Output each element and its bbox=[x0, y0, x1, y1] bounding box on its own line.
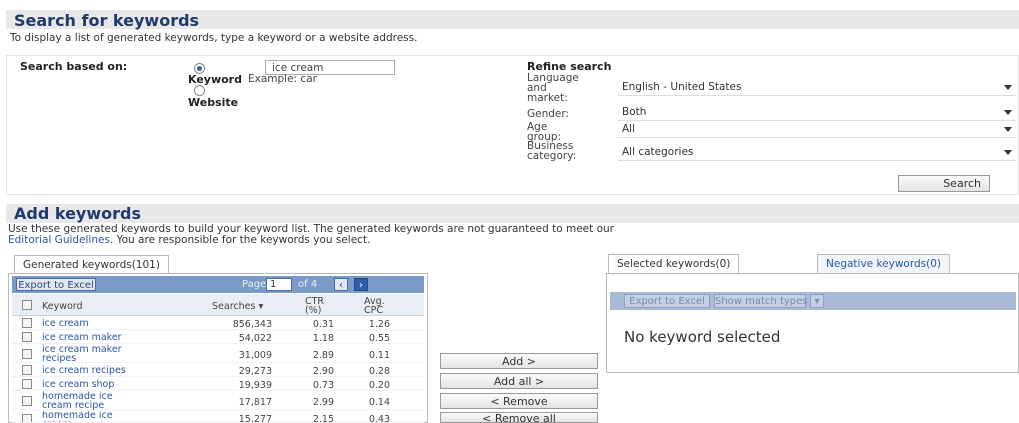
gender-value: Both bbox=[622, 106, 647, 118]
keyword-cell[interactable]: homemade ice cream recipe bbox=[42, 392, 138, 411]
ctr-cell: 2.15 bbox=[312, 414, 334, 423]
searches-cell: 856,343 bbox=[232, 319, 272, 330]
page-value: 1 bbox=[270, 279, 277, 290]
chevron-right-icon: › bbox=[359, 280, 363, 291]
column-header-cpc[interactable]: Avg. CPC bbox=[364, 297, 390, 316]
column-header-searches[interactable]: Searches ▾ bbox=[212, 302, 263, 312]
column-header-ctr[interactable]: CTR (%) bbox=[305, 297, 329, 316]
chevron-down-icon bbox=[1004, 110, 1012, 115]
cpc-cell: 0.55 bbox=[368, 333, 390, 344]
add-all-button[interactable]: Add all > bbox=[440, 373, 598, 389]
cpc-cell: 0.28 bbox=[368, 366, 390, 377]
table-row[interactable]: ice cream recipes 29,273 2.90 0.28 bbox=[12, 364, 424, 377]
language-label: Language and market: bbox=[527, 72, 579, 104]
row-checkbox[interactable] bbox=[22, 414, 32, 422]
match-types-dropdown[interactable]: ▾ bbox=[810, 294, 824, 308]
selected-export-to-excel-button[interactable]: Export to Excel bbox=[624, 294, 710, 308]
language-value: English - United States bbox=[622, 81, 742, 93]
website-radio[interactable] bbox=[194, 85, 205, 96]
prev-page-button[interactable]: ‹ bbox=[334, 278, 348, 291]
ctr-cell: 1.18 bbox=[312, 333, 334, 344]
chevron-down-icon bbox=[1004, 127, 1012, 132]
keyword-cell[interactable]: ice cream bbox=[42, 319, 192, 329]
chevron-down-icon bbox=[1004, 85, 1012, 90]
search-header-title: Search for keywords bbox=[14, 11, 200, 30]
no-keyword-selected-message: No keyword selected bbox=[624, 328, 781, 346]
cpc-cell: 0.20 bbox=[368, 380, 390, 391]
select-all-checkbox[interactable] bbox=[22, 300, 32, 310]
cpc-cell: 0.11 bbox=[368, 350, 390, 361]
searches-cell: 29,273 bbox=[238, 366, 272, 377]
gender-label: Gender: bbox=[527, 108, 570, 120]
searches-cell: 54,022 bbox=[238, 333, 272, 344]
selected-keywords-panel bbox=[606, 273, 1019, 373]
editorial-guidelines-link[interactable]: Editorial Guidelines bbox=[8, 234, 110, 246]
chevron-left-icon: ‹ bbox=[339, 280, 343, 291]
row-checkbox[interactable] bbox=[22, 332, 32, 342]
table-row[interactable]: ice cream 856,343 0.31 1.26 bbox=[12, 317, 424, 330]
keyword-cell[interactable]: homemade ice cream bbox=[42, 411, 138, 422]
remove-all-button[interactable]: < Remove all bbox=[440, 412, 598, 423]
business-category-value: All categories bbox=[622, 146, 694, 158]
page-of-label: of 4 bbox=[298, 279, 318, 290]
row-checkbox[interactable] bbox=[22, 318, 32, 328]
cpc-cell: 0.14 bbox=[368, 397, 390, 408]
search-button[interactable]: Search bbox=[898, 175, 990, 192]
chevron-down-icon: ▾ bbox=[814, 296, 820, 307]
search-header-description: To display a list of generated keywords,… bbox=[10, 32, 418, 44]
table-row[interactable]: homemade ice cream recipe 17,817 2.99 0.… bbox=[12, 392, 424, 410]
age-group-select[interactable]: All bbox=[618, 122, 1016, 138]
ctr-cell: 2.99 bbox=[312, 397, 334, 408]
remove-button[interactable]: < Remove bbox=[440, 393, 598, 409]
searches-cell: 17,817 bbox=[238, 397, 272, 408]
cpc-cell: 1.26 bbox=[368, 319, 390, 330]
keyword-hint: Example: car bbox=[248, 73, 317, 85]
keyword-cell[interactable]: ice cream maker bbox=[42, 333, 192, 343]
language-select[interactable]: English - United States bbox=[618, 80, 1016, 96]
add-header-description-line2: Editorial Guidelines. You are responsibl… bbox=[8, 234, 370, 246]
keyword-option-label: Keyword bbox=[188, 73, 242, 86]
gender-select[interactable]: Both bbox=[618, 105, 1016, 121]
age-group-label: Age group: bbox=[527, 121, 562, 143]
next-page-button[interactable]: › bbox=[354, 278, 368, 291]
tab-selected-keywords[interactable]: Selected keywords(0) bbox=[608, 254, 740, 274]
ctr-cell: 2.89 bbox=[312, 350, 334, 361]
column-header-keyword[interactable]: Keyword bbox=[42, 302, 83, 312]
table-row[interactable]: ice cream shop 19,939 0.73 0.20 bbox=[12, 378, 424, 391]
searches-cell: 15,277 bbox=[238, 414, 272, 423]
website-option-label: Website bbox=[188, 96, 239, 109]
chevron-down-icon bbox=[1004, 150, 1012, 155]
page-select[interactable]: 1 bbox=[266, 278, 292, 291]
keyword-cell[interactable]: ice cream shop bbox=[42, 380, 192, 390]
searches-cell: 19,939 bbox=[238, 380, 272, 391]
cpc-cell: 0.43 bbox=[368, 414, 390, 423]
keyword-cell[interactable]: ice cream maker recipes bbox=[42, 345, 150, 364]
add-header-bar bbox=[6, 204, 1019, 223]
row-checkbox[interactable] bbox=[22, 349, 32, 359]
row-checkbox[interactable] bbox=[22, 379, 32, 389]
export-to-excel-button[interactable]: Export to Excel bbox=[16, 278, 96, 291]
row-checkbox[interactable] bbox=[22, 365, 32, 375]
ctr-cell: 0.31 bbox=[312, 319, 334, 330]
add-button[interactable]: Add > bbox=[440, 353, 598, 369]
search-based-on-label: Search based on: bbox=[20, 60, 128, 73]
page-label: Page bbox=[242, 279, 267, 290]
business-category-label: Business category: bbox=[527, 140, 577, 162]
ctr-cell: 2.90 bbox=[312, 366, 334, 377]
searches-cell: 31,009 bbox=[238, 350, 272, 361]
tab-negative-keywords[interactable]: Negative keywords(0) bbox=[817, 254, 950, 274]
add-header-description-tail: . You are responsible for the keywords y… bbox=[109, 234, 371, 246]
ctr-cell: 0.73 bbox=[312, 380, 334, 391]
age-group-value: All bbox=[622, 123, 636, 135]
business-category-select[interactable]: All categories bbox=[618, 145, 1016, 161]
tab-generated-keywords[interactable]: Generated keywords(101) bbox=[14, 255, 169, 274]
table-row[interactable]: homemade ice cream 15,277 2.15 0.43 bbox=[12, 411, 424, 423]
show-match-types-button[interactable]: Show match types bbox=[714, 294, 808, 308]
table-row[interactable]: ice cream maker 54,022 1.18 0.55 bbox=[12, 331, 424, 344]
add-header-title: Add keywords bbox=[14, 204, 141, 223]
keyword-cell[interactable]: ice cream recipes bbox=[42, 366, 192, 376]
table-row[interactable]: ice cream maker recipes 31,009 2.89 0.11 bbox=[12, 345, 424, 363]
row-checkbox[interactable] bbox=[22, 396, 32, 406]
